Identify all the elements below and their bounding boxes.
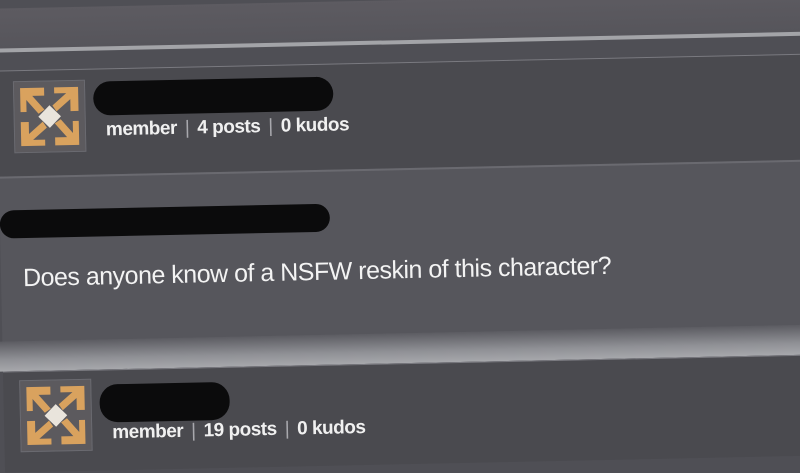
- forum-thread: member | 4 posts | 0 kudos Does anyone know …: [0, 0, 800, 473]
- user-avatar[interactable]: [19, 378, 93, 453]
- user-role: member: [112, 420, 184, 444]
- post-text: Does anyone know of a NSFW reskin of thi…: [22, 251, 612, 293]
- kudos-count: 0 kudos: [280, 114, 350, 137]
- post-header: member | 4 posts | 0 kudos: [0, 53, 800, 178]
- user-avatar[interactable]: [12, 79, 87, 154]
- redacted-quote-line: [0, 203, 331, 239]
- post-header: member | 19 posts | 0 kudos: [2, 353, 800, 473]
- meta-separator: |: [284, 418, 290, 440]
- post-count[interactable]: 4 posts: [197, 116, 260, 138]
- meta-separator: |: [190, 420, 196, 442]
- post-body: Does anyone know of a NSFW reskin of thi…: [0, 159, 800, 344]
- meta-separator: |: [184, 117, 190, 139]
- redacted-username: [99, 381, 231, 423]
- user-role: member: [105, 117, 178, 141]
- pinwheel-avatar-icon: [13, 80, 86, 153]
- post-count[interactable]: 19 posts: [203, 419, 277, 442]
- kudos-count: 0 kudos: [296, 416, 366, 440]
- user-meta: member | 4 posts | 0 kudos: [106, 114, 350, 141]
- user-meta: member | 19 posts | 0 kudos: [112, 417, 366, 444]
- redacted-username: [92, 76, 334, 116]
- meta-separator: |: [268, 115, 273, 137]
- pinwheel-avatar-icon: [20, 379, 92, 452]
